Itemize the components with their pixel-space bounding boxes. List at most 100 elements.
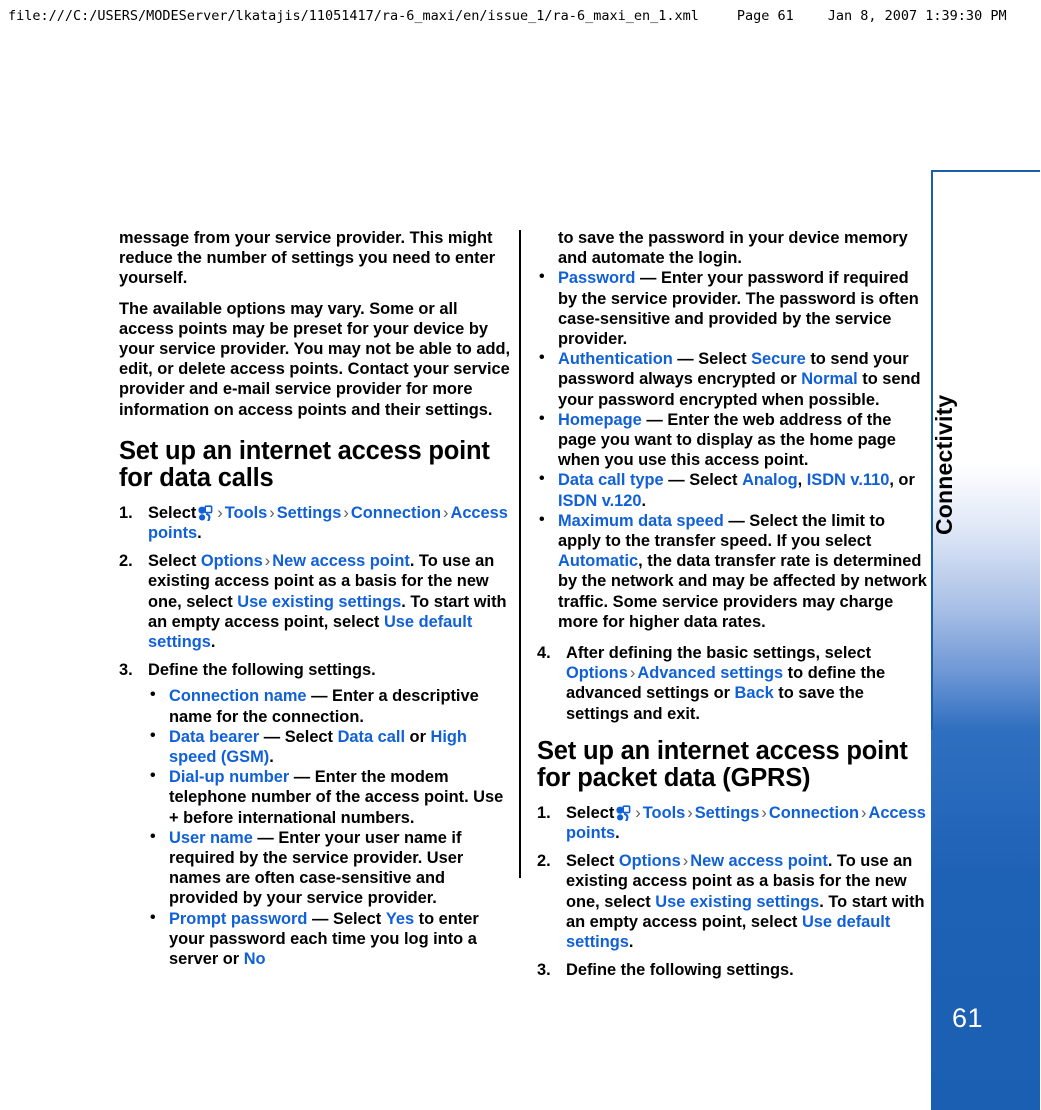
breadcrumb-arrow-1: › xyxy=(635,803,641,822)
bullet-data-bearer: • Data bearer — Select Data call or High … xyxy=(148,727,511,767)
page-number: 61 xyxy=(952,1003,984,1033)
paragraph-available-options: The available options may vary. Some or … xyxy=(119,299,511,419)
step-lead-text: Select xyxy=(566,803,615,822)
step-number: 1. xyxy=(537,803,551,822)
menu-path-tools[interactable]: Tools xyxy=(225,504,268,522)
menu-new-access-point[interactable]: New access point xyxy=(690,852,828,870)
setting-description-pre: Select xyxy=(284,727,338,746)
step-number: 1. xyxy=(119,503,133,522)
step-number: 4. xyxy=(537,644,551,663)
bullet-connection-name: • Connection name — Enter a descriptive n… xyxy=(148,686,511,726)
setting-term[interactable]: Data bearer xyxy=(169,728,259,746)
section-heading-packet-data: Set up an internet access point for pack… xyxy=(537,736,908,792)
steps-list-continued: 4. After defining the basic settings, sel… xyxy=(537,643,929,724)
step-item-1: 1. Select › Tools › Settings › Connection › Acces… xyxy=(537,803,929,843)
chapter-title: Connectivity xyxy=(931,394,957,536)
step-item-1: 1. Select › Tools › Settings › Connection › Acces… xyxy=(119,503,511,543)
setting-term[interactable]: Data call type xyxy=(558,471,664,489)
menu-use-existing-settings[interactable]: Use existing settings xyxy=(237,593,401,611)
em-dash: — xyxy=(263,727,281,746)
breadcrumb-arrow-1: › xyxy=(217,503,223,522)
menu-path-settings[interactable]: Settings xyxy=(695,804,760,822)
step-lead-text: Select xyxy=(148,503,197,522)
menu-path-tools[interactable]: Tools xyxy=(643,804,686,822)
em-dash: — xyxy=(668,471,685,490)
breadcrumb-arrow: › xyxy=(682,852,689,871)
bullet-prompt-password: • Prompt password — Select Yes to enter y… xyxy=(148,909,511,970)
setting-term[interactable]: Maximum data speed xyxy=(558,512,724,530)
breadcrumb-arrow-2: › xyxy=(269,503,275,522)
step-number: 2. xyxy=(119,552,133,571)
step4-text-1: After defining the basic settings, selec… xyxy=(566,644,872,663)
menu-back[interactable]: Back xyxy=(735,684,774,702)
step-item-3: 3. Define the following settings. xyxy=(537,960,929,980)
em-dash: — xyxy=(293,768,311,787)
column-divider xyxy=(519,230,521,878)
setting-option-analog[interactable]: Analog xyxy=(742,471,798,489)
setting-description-post: . xyxy=(269,748,274,767)
steps-list-packet-data: 1. Select › Tools › Settings › Connection › Acces… xyxy=(537,803,929,981)
bullet-dot-icon: • xyxy=(539,470,545,488)
menu-new-access-point[interactable]: New access point xyxy=(272,552,410,570)
menu-path-connection[interactable]: Connection xyxy=(351,504,441,522)
setting-term[interactable]: Password xyxy=(558,269,635,287)
setting-description-pre: Select xyxy=(332,909,386,928)
em-dash: — xyxy=(677,350,694,369)
section-heading-data-calls: Set up an internet access point for data… xyxy=(119,436,490,492)
bullet-dial-up-number: • Dial-up number — Enter the modem teleph… xyxy=(148,767,511,828)
steps-list-data-calls: 1. Select › Tools › Settings › Connection › Acces… xyxy=(119,503,511,969)
setting-term[interactable]: Prompt password xyxy=(169,910,307,928)
nokia-menu-icon[interactable] xyxy=(615,805,632,822)
setting-option-isdn-v110[interactable]: ISDN v.110 xyxy=(807,471,890,489)
step2-text-4: . xyxy=(628,933,634,952)
setting-option-isdn-v120[interactable]: ISDN v.120 xyxy=(558,492,642,510)
setting-term[interactable]: User name xyxy=(169,829,253,847)
setting-description-pre: Select xyxy=(689,471,743,490)
em-dash: — xyxy=(311,687,328,706)
setting-option-secure[interactable]: Secure xyxy=(751,350,806,368)
bullet-data-call-type: • Data call type — Select Analog, ISDN v.… xyxy=(537,470,929,510)
setting-option-data-call[interactable]: Data call xyxy=(338,728,405,746)
breadcrumb-arrow-3: › xyxy=(343,503,349,522)
breadcrumb-arrow-3: › xyxy=(761,803,767,822)
setting-option-normal[interactable]: Normal xyxy=(801,370,857,388)
breadcrumb-arrow-2: › xyxy=(687,803,693,822)
menu-path-connection[interactable]: Connection xyxy=(769,804,859,822)
left-column: message from your service provider. This… xyxy=(119,228,511,969)
bullet-dot-icon: • xyxy=(539,268,545,286)
step2-text-1: Select xyxy=(148,552,201,571)
setting-term[interactable]: Dial-up number xyxy=(169,768,289,786)
nokia-menu-icon[interactable] xyxy=(197,505,214,522)
step2-text-1: Select xyxy=(566,852,619,871)
setting-term[interactable]: Connection name xyxy=(169,687,307,705)
setting-option-automatic[interactable]: Automatic xyxy=(558,552,638,570)
step2-text-4: . xyxy=(210,633,216,652)
bullet-authentication: • Authentication — Select Secure to send … xyxy=(537,349,929,410)
setting-term[interactable]: Authentication xyxy=(558,350,673,368)
step-item-2: 2. Select Options › New access point. To us… xyxy=(537,851,929,952)
setting-term[interactable]: Homepage xyxy=(558,411,642,429)
menu-path-settings[interactable]: Settings xyxy=(277,504,342,522)
setting-description-mid: or xyxy=(405,727,431,746)
paragraph-continued: message from your service provider. This… xyxy=(119,229,496,288)
setting-option-no[interactable]: No xyxy=(244,950,266,968)
setting-separator-1: , xyxy=(797,471,807,490)
menu-options[interactable]: Options xyxy=(619,852,681,870)
bullet-password: • Password — Enter your password if requi… xyxy=(537,268,929,349)
menu-options[interactable]: Options xyxy=(201,552,263,570)
step-trailing-punct: . xyxy=(197,524,202,543)
document-page: Connectivity 61 message from your servic… xyxy=(0,0,1041,1110)
bullet-dot-icon: • xyxy=(150,726,156,744)
setting-description-pre: Select xyxy=(698,350,752,369)
step3-text: Define the following settings. xyxy=(566,961,794,980)
menu-options[interactable]: Options xyxy=(566,664,628,682)
em-dash: — xyxy=(257,828,274,847)
breadcrumb-arrow: › xyxy=(629,664,636,683)
setting-option-yes[interactable]: Yes xyxy=(386,910,414,928)
bullet-dot-icon: • xyxy=(150,686,156,704)
menu-use-existing-settings[interactable]: Use existing settings xyxy=(655,893,819,911)
menu-advanced-settings[interactable]: Advanced settings xyxy=(637,664,783,682)
right-column: to save the password in your device memo… xyxy=(537,228,929,981)
bullet-dot-icon: • xyxy=(539,510,545,528)
bullet-dot-icon: • xyxy=(150,908,156,926)
